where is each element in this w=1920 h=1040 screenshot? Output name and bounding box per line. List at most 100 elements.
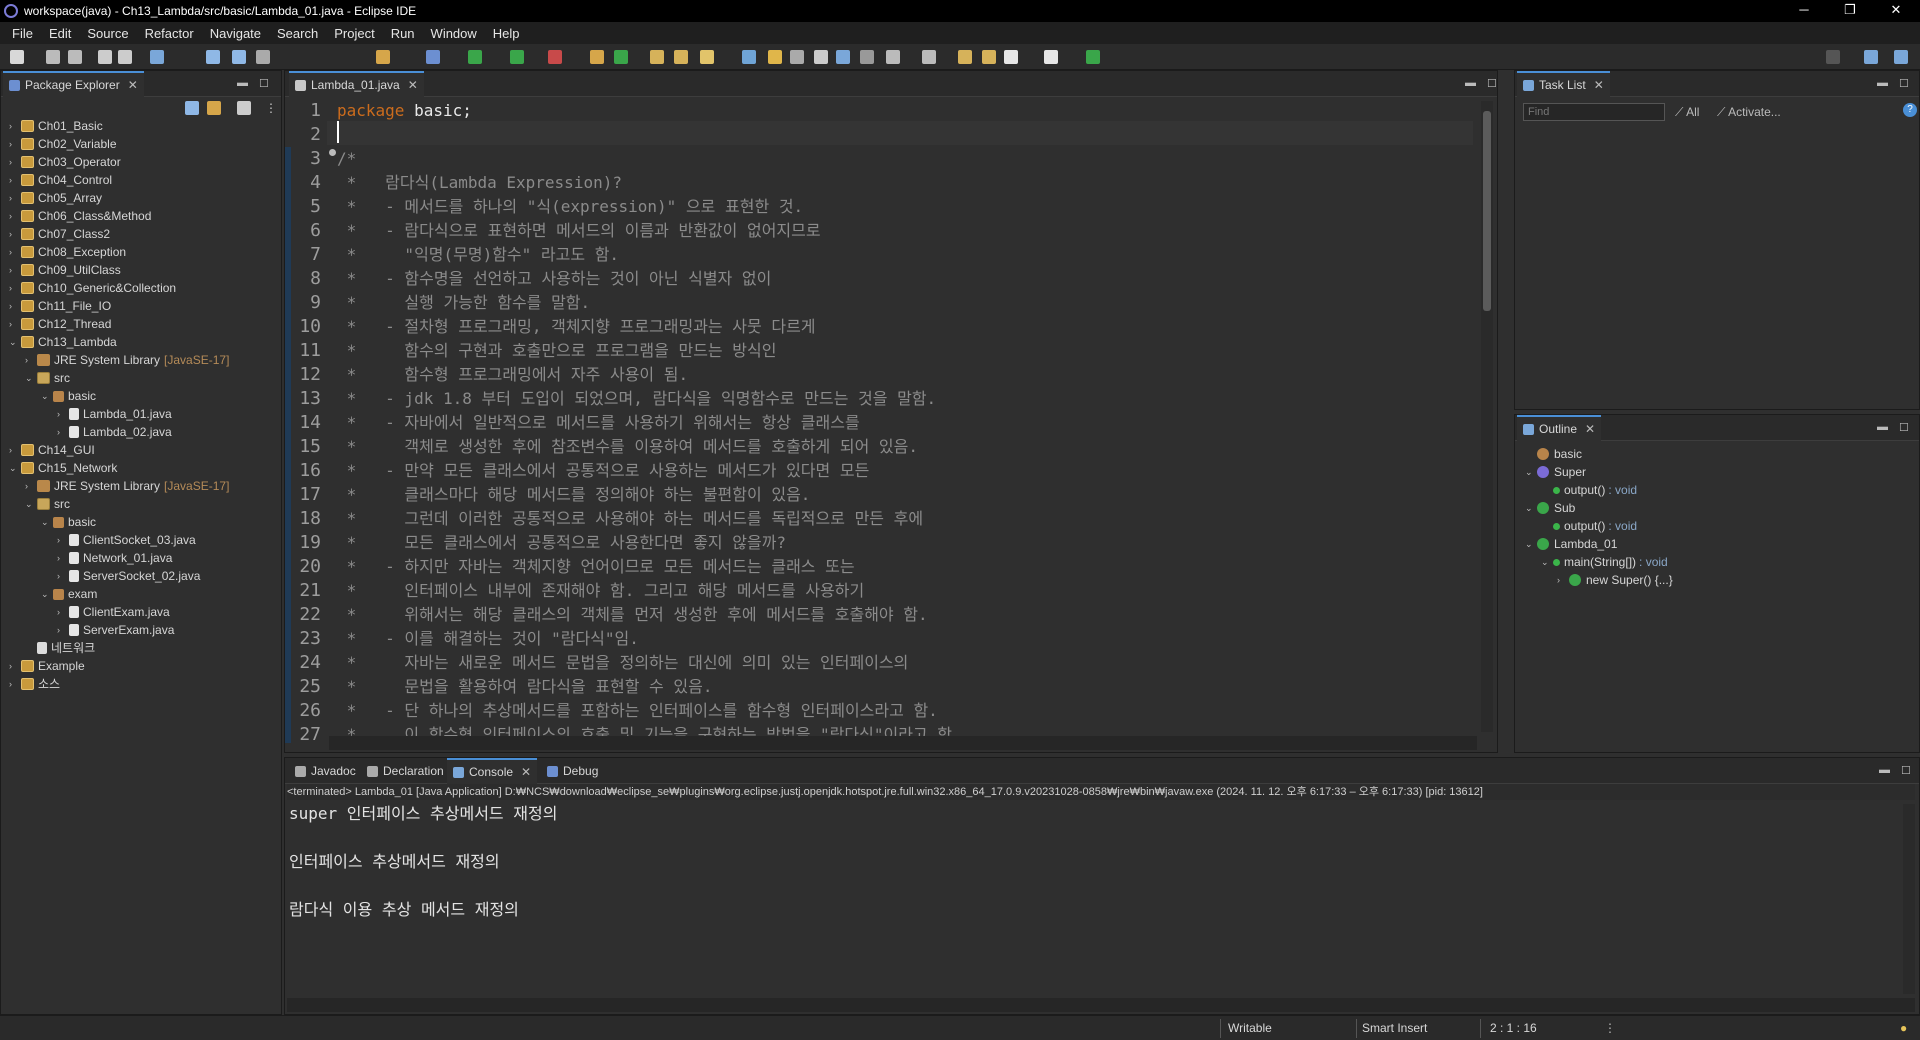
menu-help[interactable]: Help xyxy=(485,26,528,41)
minimize-view-icon[interactable]: ▬ xyxy=(1879,764,1890,776)
help-icon[interactable]: ? xyxy=(1903,103,1917,117)
debug-icon[interactable] xyxy=(426,50,440,64)
open-file-icon[interactable] xyxy=(674,50,688,64)
collapsed-chevron-icon[interactable]: › xyxy=(25,351,37,369)
tree-item[interactable]: ⌄ basic xyxy=(41,513,96,531)
code-area[interactable]: package basic; /* * 람다식(Lambda Expression… xyxy=(337,97,1473,736)
tree-item[interactable]: › ClientSocket_03.java xyxy=(57,531,196,549)
tree-item[interactable]: › Ch10_Generic&Collection xyxy=(9,279,176,297)
collapsed-chevron-icon[interactable]: › xyxy=(9,135,21,153)
minimize-view-icon[interactable]: ▬ xyxy=(237,77,248,89)
resume-icon[interactable] xyxy=(206,50,220,64)
menu-run[interactable]: Run xyxy=(383,26,423,41)
collapsed-chevron-icon[interactable]: › xyxy=(9,117,21,135)
expanded-chevron-icon[interactable]: ⌄ xyxy=(1541,553,1553,571)
collapsed-chevron-icon[interactable]: › xyxy=(57,603,69,621)
run-icon[interactable] xyxy=(468,50,482,64)
collapsed-chevron-icon[interactable]: › xyxy=(57,621,69,639)
annotation-icon[interactable] xyxy=(742,50,756,64)
expanded-chevron-icon[interactable]: ⌄ xyxy=(1525,463,1537,481)
tree-item[interactable]: › Ch03_Operator xyxy=(9,153,121,171)
collapsed-chevron-icon[interactable]: › xyxy=(9,153,21,171)
tab-console[interactable]: Console ✕ xyxy=(447,758,538,784)
tree-item[interactable]: › ServerExam.java xyxy=(57,621,174,639)
close-icon[interactable]: ✕ xyxy=(521,765,531,779)
filter-icon[interactable] xyxy=(237,101,251,115)
tree-item[interactable]: › Lambda_02.java xyxy=(57,423,172,441)
prev-annotation-icon[interactable] xyxy=(922,50,936,64)
new-java-project-icon[interactable] xyxy=(590,50,604,64)
tip-bulb-icon[interactable]: ● xyxy=(1900,1021,1907,1035)
next-annotation-icon[interactable] xyxy=(886,50,900,64)
terminal-icon[interactable] xyxy=(150,50,164,64)
outline-item[interactable]: ⌄ Sub xyxy=(1525,499,1575,517)
maximize-view-icon[interactable] xyxy=(1086,50,1100,64)
collapsed-chevron-icon[interactable]: › xyxy=(57,423,69,441)
collapsed-chevron-icon[interactable]: › xyxy=(57,549,69,567)
maximize-view-icon[interactable]: ☐ xyxy=(1899,421,1909,434)
open-folder-icon[interactable] xyxy=(650,50,664,64)
redo-icon[interactable] xyxy=(118,50,132,64)
collapsed-chevron-icon[interactable]: › xyxy=(9,657,21,675)
close-icon[interactable]: ✕ xyxy=(408,78,418,92)
maximize-view-icon[interactable]: ☐ xyxy=(1901,764,1911,777)
tree-item[interactable]: ⌄ Ch13_Lambda xyxy=(9,333,117,351)
search-icon[interactable] xyxy=(1826,50,1840,64)
restore-button[interactable]: ❐ xyxy=(1830,0,1870,22)
coverage-icon[interactable] xyxy=(510,50,524,64)
terminate-icon[interactable] xyxy=(256,50,270,64)
collapsed-chevron-icon[interactable]: › xyxy=(9,243,21,261)
collapsed-chevron-icon[interactable]: › xyxy=(57,567,69,585)
menu-file[interactable]: File xyxy=(4,26,41,41)
menu-edit[interactable]: Edit xyxy=(41,26,79,41)
tree-item[interactable]: › ServerSocket_02.java xyxy=(57,567,200,585)
close-icon[interactable]: ✕ xyxy=(1594,78,1604,92)
menu-window[interactable]: Window xyxy=(423,26,485,41)
collapsed-chevron-icon[interactable]: › xyxy=(57,405,69,423)
collapsed-chevron-icon[interactable]: › xyxy=(1557,571,1569,589)
collapsed-chevron-icon[interactable]: › xyxy=(9,171,21,189)
menu-project[interactable]: Project xyxy=(326,26,382,41)
highlight-icon[interactable] xyxy=(768,50,782,64)
tree-item[interactable]: › Example xyxy=(9,657,85,675)
collapsed-chevron-icon[interactable]: › xyxy=(57,531,69,549)
collapsed-chevron-icon[interactable]: › xyxy=(25,477,37,495)
outline-item[interactable]: output(): void xyxy=(1541,481,1637,499)
close-icon[interactable]: ✕ xyxy=(1585,422,1595,436)
close-icon[interactable]: ✕ xyxy=(128,78,138,92)
tree-item[interactable]: ⌄ Ch15_Network xyxy=(9,459,117,477)
collapsed-chevron-icon[interactable]: › xyxy=(9,675,21,693)
status-menu-icon[interactable]: ⋮ xyxy=(1604,1021,1616,1035)
tab-debug[interactable]: Debug xyxy=(541,758,604,784)
tree-item[interactable]: › Ch09_UtilClass xyxy=(9,261,121,279)
collapsed-chevron-icon[interactable]: › xyxy=(9,207,21,225)
tab-task-list[interactable]: Task List ✕ xyxy=(1517,71,1610,97)
maximize-view-icon[interactable]: ☐ xyxy=(1487,77,1497,90)
view-menu-icon[interactable]: ⋮ xyxy=(265,101,277,115)
open-type-icon[interactable] xyxy=(376,50,390,64)
save-icon[interactable] xyxy=(46,50,60,64)
open-perspective-icon[interactable] xyxy=(1864,50,1878,64)
console-horizontal-scrollbar[interactable] xyxy=(287,998,1915,1012)
pilcrow-icon[interactable] xyxy=(860,50,874,64)
tab-javadoc[interactable]: Javadoc xyxy=(289,758,362,784)
tree-item[interactable]: › Ch06_Class&Method xyxy=(9,207,151,225)
minimize-view-icon[interactable]: ▬ xyxy=(1877,77,1888,89)
outline-item[interactable]: › new Super() {...} xyxy=(1557,571,1673,589)
editor-vertical-scrollbar[interactable] xyxy=(1481,101,1493,732)
toggle-icon[interactable] xyxy=(790,50,804,64)
collapse-all-icon[interactable] xyxy=(185,101,199,115)
expanded-chevron-icon[interactable]: ⌄ xyxy=(9,333,21,351)
task-find-input[interactable] xyxy=(1523,103,1665,121)
tree-item[interactable]: › Ch12_Thread xyxy=(9,315,111,333)
collapsed-chevron-icon[interactable]: › xyxy=(9,315,21,333)
menu-source[interactable]: Source xyxy=(79,26,136,41)
tree-item[interactable]: 네트워크 xyxy=(25,639,95,657)
tree-item[interactable]: › Ch07_Class2 xyxy=(9,225,110,243)
expanded-chevron-icon[interactable]: ⌄ xyxy=(9,459,21,477)
collapsed-chevron-icon[interactable]: › xyxy=(9,279,21,297)
expanded-chevron-icon[interactable]: ⌄ xyxy=(41,585,53,603)
search-toolbar-icon[interactable] xyxy=(700,50,714,64)
forward-edit-icon[interactable] xyxy=(982,50,996,64)
activate-link[interactable]: ⟋ Activate... xyxy=(1717,105,1781,120)
